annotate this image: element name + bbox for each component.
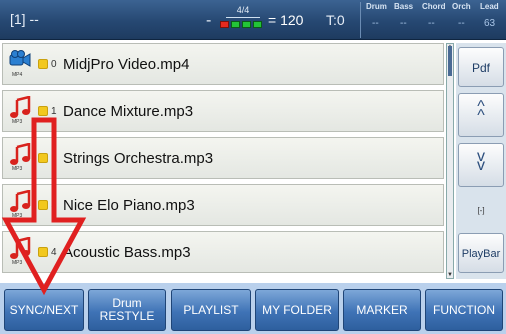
file-name: Nice Elo Piano.mp3: [63, 196, 195, 214]
button-label: FUNCTION: [433, 302, 495, 317]
side-panel: Pdf ^ ^ v v [-] PlayBar: [456, 43, 506, 279]
file-name: MidjPro Video.mp4: [63, 55, 190, 73]
marker-button[interactable]: MARKER: [343, 289, 421, 331]
file-row[interactable]: MP3 3 Nice Elo Piano.mp3: [2, 184, 444, 226]
tempo-value: = 120: [268, 12, 304, 28]
file-row[interactable]: MP4 0 MidjPro Video.mp4: [2, 43, 444, 85]
file-dot-icon: [39, 248, 47, 256]
video-file-icon: MP4: [9, 49, 33, 79]
time-signature: 4/4: [236, 5, 250, 15]
page-down-button[interactable]: v v: [458, 143, 504, 187]
part-value-chord: --: [428, 18, 435, 29]
part-label-orch: Orch: [452, 2, 471, 11]
parts-status: Drum Bass Chord Orch Lead -- -- -- -- 63: [366, 2, 506, 38]
chevron-up-icon: ^: [477, 107, 485, 124]
minus-label: -: [206, 12, 212, 29]
button-label-line2: RESTYLE: [99, 309, 155, 323]
file-dot-icon: [39, 201, 47, 209]
audio-file-type-label: MP3: [12, 260, 23, 266]
my-folder-button[interactable]: MY FOLDER: [255, 289, 339, 331]
part-label-bass: Bass: [394, 2, 414, 11]
file-name: Acoustic Bass.mp3: [63, 243, 191, 261]
status-divider: [360, 2, 361, 38]
scroll-down-icon[interactable]: ▼: [447, 272, 453, 278]
song-slot-label: [1] --: [10, 11, 39, 27]
function-button[interactable]: FUNCTION: [425, 289, 503, 331]
beat-indicator: [253, 21, 262, 28]
page-up-button[interactable]: ^ ^: [458, 93, 504, 137]
music-file-icon: MP3: [9, 96, 33, 126]
audio-file-type-label: MP3: [12, 213, 23, 219]
file-dot-icon: [39, 107, 47, 115]
transpose-value: T:0: [326, 12, 345, 28]
time-signature-divider: [226, 17, 260, 18]
beat-meter: [220, 21, 262, 28]
video-file-type-label: MP4: [12, 72, 23, 78]
music-file-icon: MP3: [9, 190, 33, 220]
playbar-button[interactable]: PlayBar: [458, 233, 504, 273]
file-index: 4: [51, 246, 57, 258]
scroll-thumb[interactable]: [448, 46, 452, 76]
sync-next-button[interactable]: SYNC/NEXT: [4, 289, 84, 331]
tempo-group: - 4/4 = 120 T:0: [196, 3, 354, 37]
file-list: MP4 0 MidjPro Video.mp4 MP3 1 Dance Mixt…: [2, 43, 444, 279]
music-file-icon: MP3: [9, 143, 33, 173]
button-label: MARKER: [356, 302, 408, 317]
drum-restyle-button[interactable]: Drum RESTYLE: [88, 289, 166, 331]
file-row[interactable]: MP3 2 Strings Orchestra.mp3: [2, 137, 444, 179]
audio-file-type-label: MP3: [12, 166, 23, 172]
list-scrollbar[interactable]: ▲ ▼: [446, 43, 454, 279]
playlist-button[interactable]: PLAYLIST: [171, 289, 251, 331]
file-dot-icon: [39, 60, 47, 68]
file-index: 0: [51, 58, 57, 70]
status-bar: [1] -- - 4/4 = 120 T:0 Drum Bass Chord O…: [0, 0, 506, 40]
beat-indicator: [231, 21, 240, 28]
part-value-lead: 63: [484, 18, 496, 29]
chevron-down-icon: v: [477, 157, 485, 174]
part-value-drum: --: [372, 18, 379, 29]
page-indicator: [-]: [477, 206, 485, 215]
file-row[interactable]: MP3 1 Dance Mixture.mp3: [2, 90, 444, 132]
file-index: 3: [51, 199, 57, 211]
file-dot-icon: [39, 154, 47, 162]
file-name: Strings Orchestra.mp3: [63, 149, 214, 167]
part-label-lead: Lead: [480, 2, 499, 11]
music-file-icon: MP3: [9, 237, 33, 267]
function-bar: SYNC/NEXT Drum RESTYLE PLAYLIST MY FOLDE…: [0, 283, 506, 334]
audio-file-type-label: MP3: [12, 119, 23, 125]
part-value-bass: --: [400, 18, 407, 29]
pdf-button[interactable]: Pdf: [458, 47, 504, 87]
part-label-drum: Drum: [366, 2, 387, 11]
part-label-chord: Chord: [422, 2, 446, 11]
beat-indicator: [220, 21, 229, 28]
file-row[interactable]: MP3 4 Acoustic Bass.mp3: [2, 231, 444, 273]
button-label: PLAYLIST: [183, 302, 239, 317]
button-label: MY FOLDER: [262, 302, 332, 317]
file-index: 1: [51, 105, 57, 117]
button-label: SYNC/NEXT: [9, 302, 79, 317]
part-value-orch: --: [458, 18, 465, 29]
beat-indicator: [242, 21, 251, 28]
file-index: 2: [51, 152, 57, 164]
file-name: Dance Mixture.mp3: [63, 102, 194, 120]
